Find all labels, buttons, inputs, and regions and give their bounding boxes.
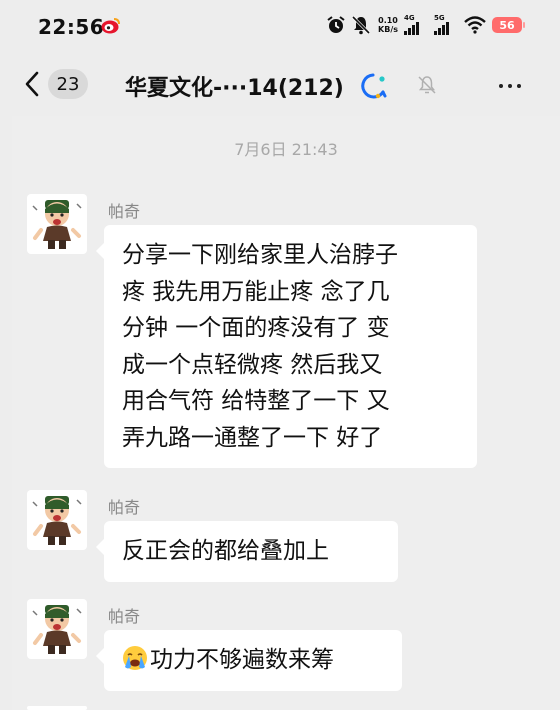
more-dot-icon [508, 84, 512, 88]
message-line: 用合气符 给特整了一下 又 [122, 388, 390, 414]
message-line: 弄九路一通整了一下 好了 [122, 424, 383, 451]
avatar[interactable] [27, 194, 87, 254]
weibo-icon [101, 18, 120, 34]
chat-area[interactable]: 7月6日 21:43 帕奇 分享一下刚给家里人治脖子 疼 我先用万能止疼 念了几… [12, 116, 560, 710]
cartoon-avatar-icon [32, 496, 82, 545]
message-bubble[interactable]: 功力不够遍数来筹 [96, 630, 402, 691]
more-dot-icon [517, 84, 521, 88]
message-timestamp: 7月6日 21:43 [234, 140, 338, 159]
sender-name: 帕奇 [108, 498, 141, 517]
network-speed-unit: KB/s [378, 25, 398, 34]
cartoon-avatar-icon [32, 605, 82, 654]
status-bar: 22:56 0.10 KB/s 4G 5G 56 [0, 0, 560, 52]
more-options-button[interactable] [495, 76, 525, 96]
message-line: 成一个点轻微疼 然后我又 [122, 351, 383, 378]
status-icons: 0.10 KB/s 4G 5G 56 [326, 13, 525, 37]
back-button[interactable]: 23 [24, 64, 106, 104]
message-text: 功力不够遍数来筹 [150, 647, 334, 673]
sender-name: 帕奇 [108, 202, 141, 221]
cartoon-avatar-icon [32, 200, 82, 249]
status-time: 22:56 [38, 15, 105, 39]
network-speed: 0.10 KB/s [378, 16, 398, 34]
message-line: 分钟 一个面的疼没有了 变 [122, 315, 390, 341]
chat-header: 23 华夏文化-···14(212) [0, 52, 560, 116]
chat-title[interactable]: 华夏文化-···14(212) [125, 70, 344, 102]
signal-4g-icon: 4G [404, 14, 428, 35]
message-bubble[interactable]: 反正会的都给叠加上 [96, 521, 398, 582]
signal-5g-label: 5G [434, 14, 445, 22]
chevron-left-icon [25, 71, 39, 97]
crying-face-emoji-icon [123, 646, 147, 670]
avatar[interactable] [27, 599, 87, 659]
message-line: 功力不够遍数来筹 [122, 642, 384, 679]
unread-count-badge: 23 [48, 69, 88, 99]
sender-name: 帕奇 [108, 607, 141, 626]
avatar[interactable] [27, 490, 87, 550]
message-line: 反正会的都给叠加上 [122, 538, 329, 564]
mute-bell-icon [418, 76, 436, 94]
wifi-icon [464, 16, 486, 34]
avatar[interactable] [27, 706, 87, 710]
alarm-icon [327, 16, 345, 33]
ring-icon[interactable] [358, 72, 388, 100]
message-line: 分享一下刚给家里人治脖子 [122, 242, 398, 268]
signal-5g-icon: 5G [434, 14, 458, 35]
battery-level: 56 [499, 18, 515, 32]
network-speed-value: 0.10 [378, 16, 398, 25]
battery-icon: 56 [492, 17, 525, 33]
more-dot-icon [499, 84, 503, 88]
bell-off-icon [352, 15, 371, 35]
signal-4g-label: 4G [404, 14, 415, 22]
message-bubble[interactable]: 分享一下刚给家里人治脖子 疼 我先用万能止疼 念了几 分钟 一个面的疼没有了 变… [96, 225, 477, 468]
message-line: 疼 我先用万能止疼 念了几 [122, 278, 390, 305]
